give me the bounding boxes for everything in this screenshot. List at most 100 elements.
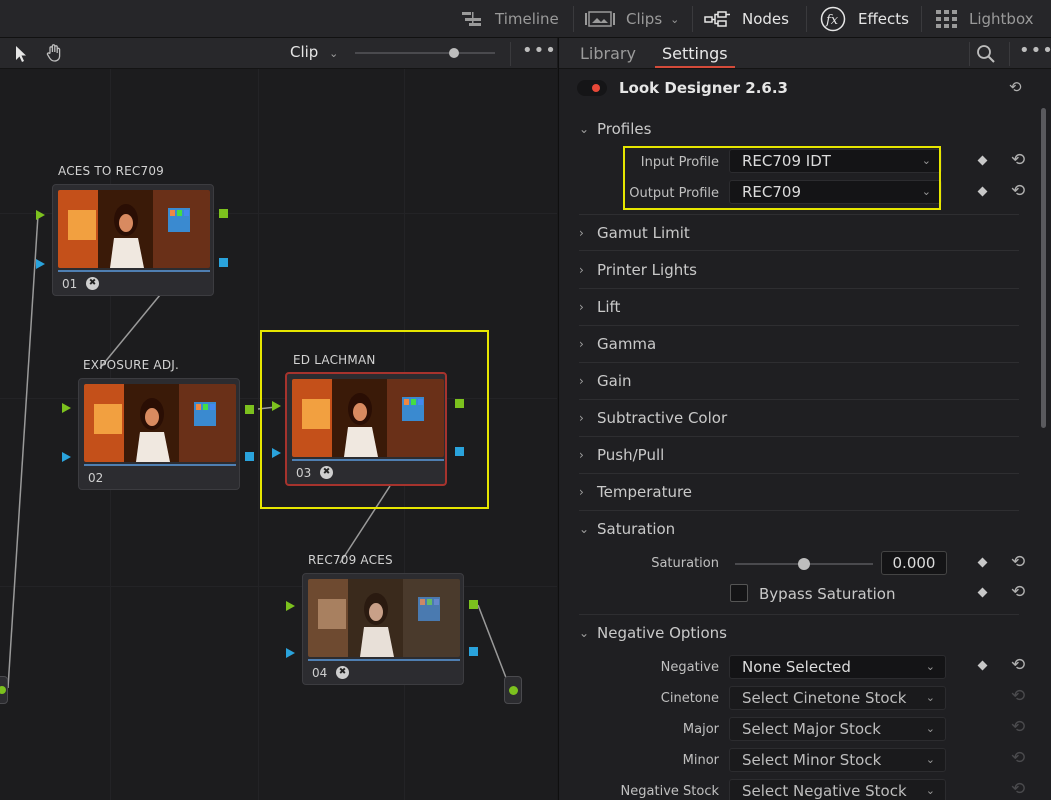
node-rgb-input[interactable] — [286, 601, 295, 611]
cinetone-value: Select Cinetone Stock — [742, 689, 907, 707]
negative-stock-dropdown[interactable]: Select Negative Stock ⌄ — [729, 779, 946, 800]
node-rgb-output[interactable] — [219, 209, 228, 218]
section-title: Push/Pull — [597, 446, 665, 464]
node-alpha-output[interactable] — [219, 258, 228, 267]
fx-badge-icon: ✖ — [86, 277, 99, 290]
search-icon[interactable] — [976, 44, 996, 64]
section-profiles[interactable]: ⌄ Profiles — [579, 120, 651, 138]
section-title: Gamut Limit — [597, 224, 690, 242]
lightbox-icon — [936, 10, 957, 28]
section-negative-options[interactable]: ⌄ Negative Options — [579, 624, 727, 642]
chevron-down-icon: ⌄ — [670, 12, 680, 26]
minor-value: Select Minor Stock — [742, 751, 882, 769]
reset-icon[interactable]: ⟲ — [1011, 657, 1025, 674]
saturation-value-field[interactable]: 0.000 — [881, 551, 947, 575]
clips-button[interactable]: Clips ⌄ — [584, 0, 679, 38]
divider — [579, 473, 1019, 474]
node-04[interactable]: 04 ✖ — [302, 573, 464, 685]
node-rgb-input[interactable] — [62, 403, 71, 413]
nodes-button[interactable]: Nodes — [704, 0, 789, 38]
chevron-down-icon: ⌄ — [925, 784, 935, 797]
node-02[interactable]: 02 — [78, 378, 240, 490]
tab-library[interactable]: Library — [580, 44, 636, 63]
bypass-saturation-label: Bypass Saturation — [759, 585, 896, 603]
node-rgb-output[interactable] — [245, 405, 254, 414]
clips-icon — [585, 11, 615, 27]
node-alpha-input[interactable] — [36, 259, 45, 269]
node-rgb-output[interactable] — [469, 600, 478, 609]
reset-icon[interactable]: ⟲ — [1011, 554, 1025, 571]
effects-button[interactable]: fx Effects — [820, 0, 909, 38]
keyframe-diamond-icon[interactable] — [977, 660, 988, 671]
chevron-down-icon: ⌄ — [925, 660, 935, 673]
section-gain[interactable]: › Gain — [579, 372, 632, 390]
reset-icon[interactable]: ⟲ — [1011, 584, 1025, 601]
section-title: Gain — [597, 372, 632, 390]
plugin-reset-icon[interactable]: ⟲ — [1009, 79, 1022, 96]
node-alpha-input[interactable] — [286, 648, 295, 658]
reset-icon[interactable]: ⟲ — [1011, 183, 1025, 200]
divider — [579, 250, 1019, 251]
inspector-scrollbar[interactable] — [1041, 108, 1046, 428]
chevron-down-icon: ⌄ — [579, 122, 590, 136]
node-01[interactable]: 01 ✖ — [52, 184, 214, 296]
node-editor-panel: Clip ⌄ ••• ACES TO REC709 01 ✖ EXPOSURE … — [0, 38, 557, 800]
major-label: Major — [682, 722, 719, 737]
negative-dropdown[interactable]: None Selected ⌄ — [729, 655, 946, 679]
node-rgb-input[interactable] — [36, 210, 45, 220]
bypass-saturation-checkbox[interactable] — [730, 584, 748, 602]
highlight-box — [260, 330, 489, 509]
timeline-button[interactable]: Timeline — [461, 0, 559, 38]
keyframe-diamond-icon[interactable] — [977, 587, 988, 598]
negative-value: None Selected — [742, 658, 851, 676]
clips-label: Clips — [626, 10, 663, 28]
node-thumbnail — [84, 384, 236, 462]
section-temperature[interactable]: › Temperature — [579, 483, 692, 501]
node-bar — [58, 270, 210, 272]
keyframe-diamond-icon[interactable] — [977, 186, 988, 197]
section-saturation[interactable]: ⌄ Saturation — [579, 520, 675, 538]
section-gamut-limit[interactable]: › Gamut Limit — [579, 224, 690, 242]
divider — [1009, 42, 1010, 66]
node-label: EXPOSURE ADJ. — [83, 358, 180, 372]
lightbox-label: Lightbox — [969, 10, 1034, 28]
major-dropdown[interactable]: Select Major Stock ⌄ — [729, 717, 946, 741]
reset-icon: ⟲ — [1011, 717, 1026, 737]
saturation-slider[interactable] — [735, 558, 873, 570]
keyframe-diamond-icon[interactable] — [977, 557, 988, 568]
plugin-title: Look Designer 2.6.3 — [619, 79, 788, 97]
node-label: REC709 ACES — [308, 553, 393, 567]
plugin-enable-toggle[interactable] — [577, 80, 607, 96]
section-title: Printer Lights — [597, 261, 697, 279]
fx-badge-icon: ✖ — [336, 666, 349, 679]
effects-label: Effects — [858, 10, 909, 28]
fx-icon: fx — [820, 6, 846, 32]
node-number: 02 — [88, 471, 104, 485]
divider — [921, 6, 922, 32]
inspector-tabs: Library Settings ••• — [559, 38, 1051, 69]
node-alpha-output[interactable] — [469, 647, 478, 656]
divider — [692, 6, 693, 32]
keyframe-diamond-icon[interactable] — [977, 155, 988, 166]
saturation-slider-knob[interactable] — [798, 558, 810, 570]
chevron-right-icon: › — [579, 263, 584, 277]
section-lift[interactable]: › Lift — [579, 298, 620, 316]
cinetone-label: Cinetone — [660, 691, 719, 706]
negative-label: Negative — [660, 660, 719, 675]
cinetone-dropdown[interactable]: Select Cinetone Stock ⌄ — [729, 686, 946, 710]
node-alpha-output[interactable] — [245, 452, 254, 461]
reset-icon[interactable]: ⟲ — [1011, 152, 1025, 169]
more-options-icon[interactable]: ••• — [1019, 40, 1051, 61]
tab-settings[interactable]: Settings — [662, 44, 728, 63]
saturation-label: Saturation — [651, 556, 719, 571]
section-subtractive-color[interactable]: › Subtractive Color — [579, 409, 727, 427]
node-alpha-input[interactable] — [62, 452, 71, 462]
section-push-pull[interactable]: › Push/Pull — [579, 446, 664, 464]
top-toolbar: Timeline Clips ⌄ Nodes fx Effects Lightb… — [0, 0, 1051, 38]
section-gamma[interactable]: › Gamma — [579, 335, 656, 353]
lightbox-button[interactable]: Lightbox — [935, 0, 1034, 38]
major-value: Select Major Stock — [742, 720, 881, 738]
section-printer-lights[interactable]: › Printer Lights — [579, 261, 697, 279]
chevron-right-icon: › — [579, 374, 584, 388]
minor-dropdown[interactable]: Select Minor Stock ⌄ — [729, 748, 946, 772]
